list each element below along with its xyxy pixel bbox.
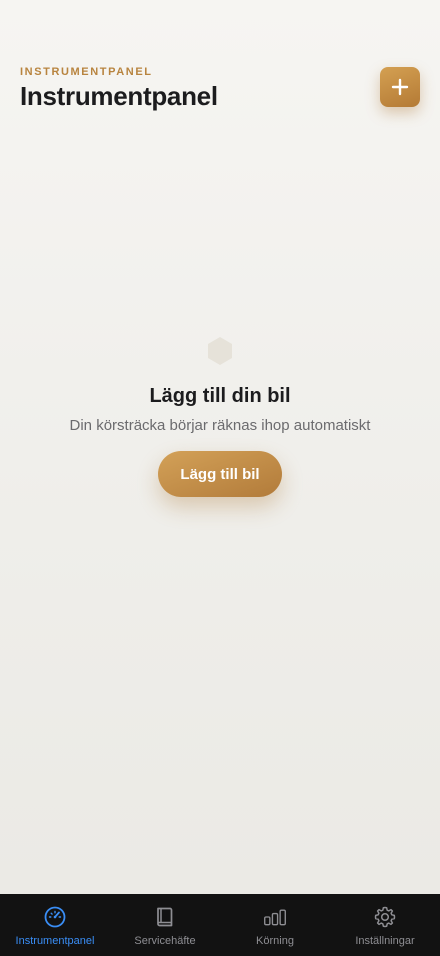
page-eyebrow: INSTRUMENTPANEL [20, 66, 153, 78]
tab-label: Servicehäfte [134, 935, 196, 947]
page-header: INSTRUMENTPANEL Instrumentpanel [20, 64, 420, 124]
empty-state-subtitle: Din körsträcka börjar räknas ihop automa… [69, 417, 371, 434]
empty-state: Lägg till din bil Din körsträcka börjar … [0, 335, 440, 497]
gear-icon [374, 906, 396, 928]
empty-state-title: Lägg till din bil [149, 385, 291, 407]
tab-installningar[interactable]: Inställningar [330, 894, 440, 956]
tab-instrumentpanel[interactable]: Instrumentpanel [0, 894, 110, 956]
add-button[interactable] [380, 67, 420, 107]
tab-label: Inställningar [355, 935, 415, 947]
plus-icon [391, 78, 409, 96]
bar-chart-icon [264, 909, 286, 926]
tab-korning[interactable]: Körning [220, 894, 330, 956]
add-car-button[interactable]: Lägg till bil [158, 451, 282, 497]
hexagon-icon [208, 337, 232, 365]
speedometer-icon [44, 906, 66, 928]
tab-bar: Instrumentpanel Servicehäfte Körning Ins… [0, 894, 440, 956]
book-icon [157, 907, 173, 927]
tab-servicehafte[interactable]: Servicehäfte [110, 894, 220, 956]
tab-label: Instrumentpanel [15, 935, 95, 947]
tab-label: Körning [256, 935, 294, 947]
page-title: Instrumentpanel [20, 81, 218, 111]
